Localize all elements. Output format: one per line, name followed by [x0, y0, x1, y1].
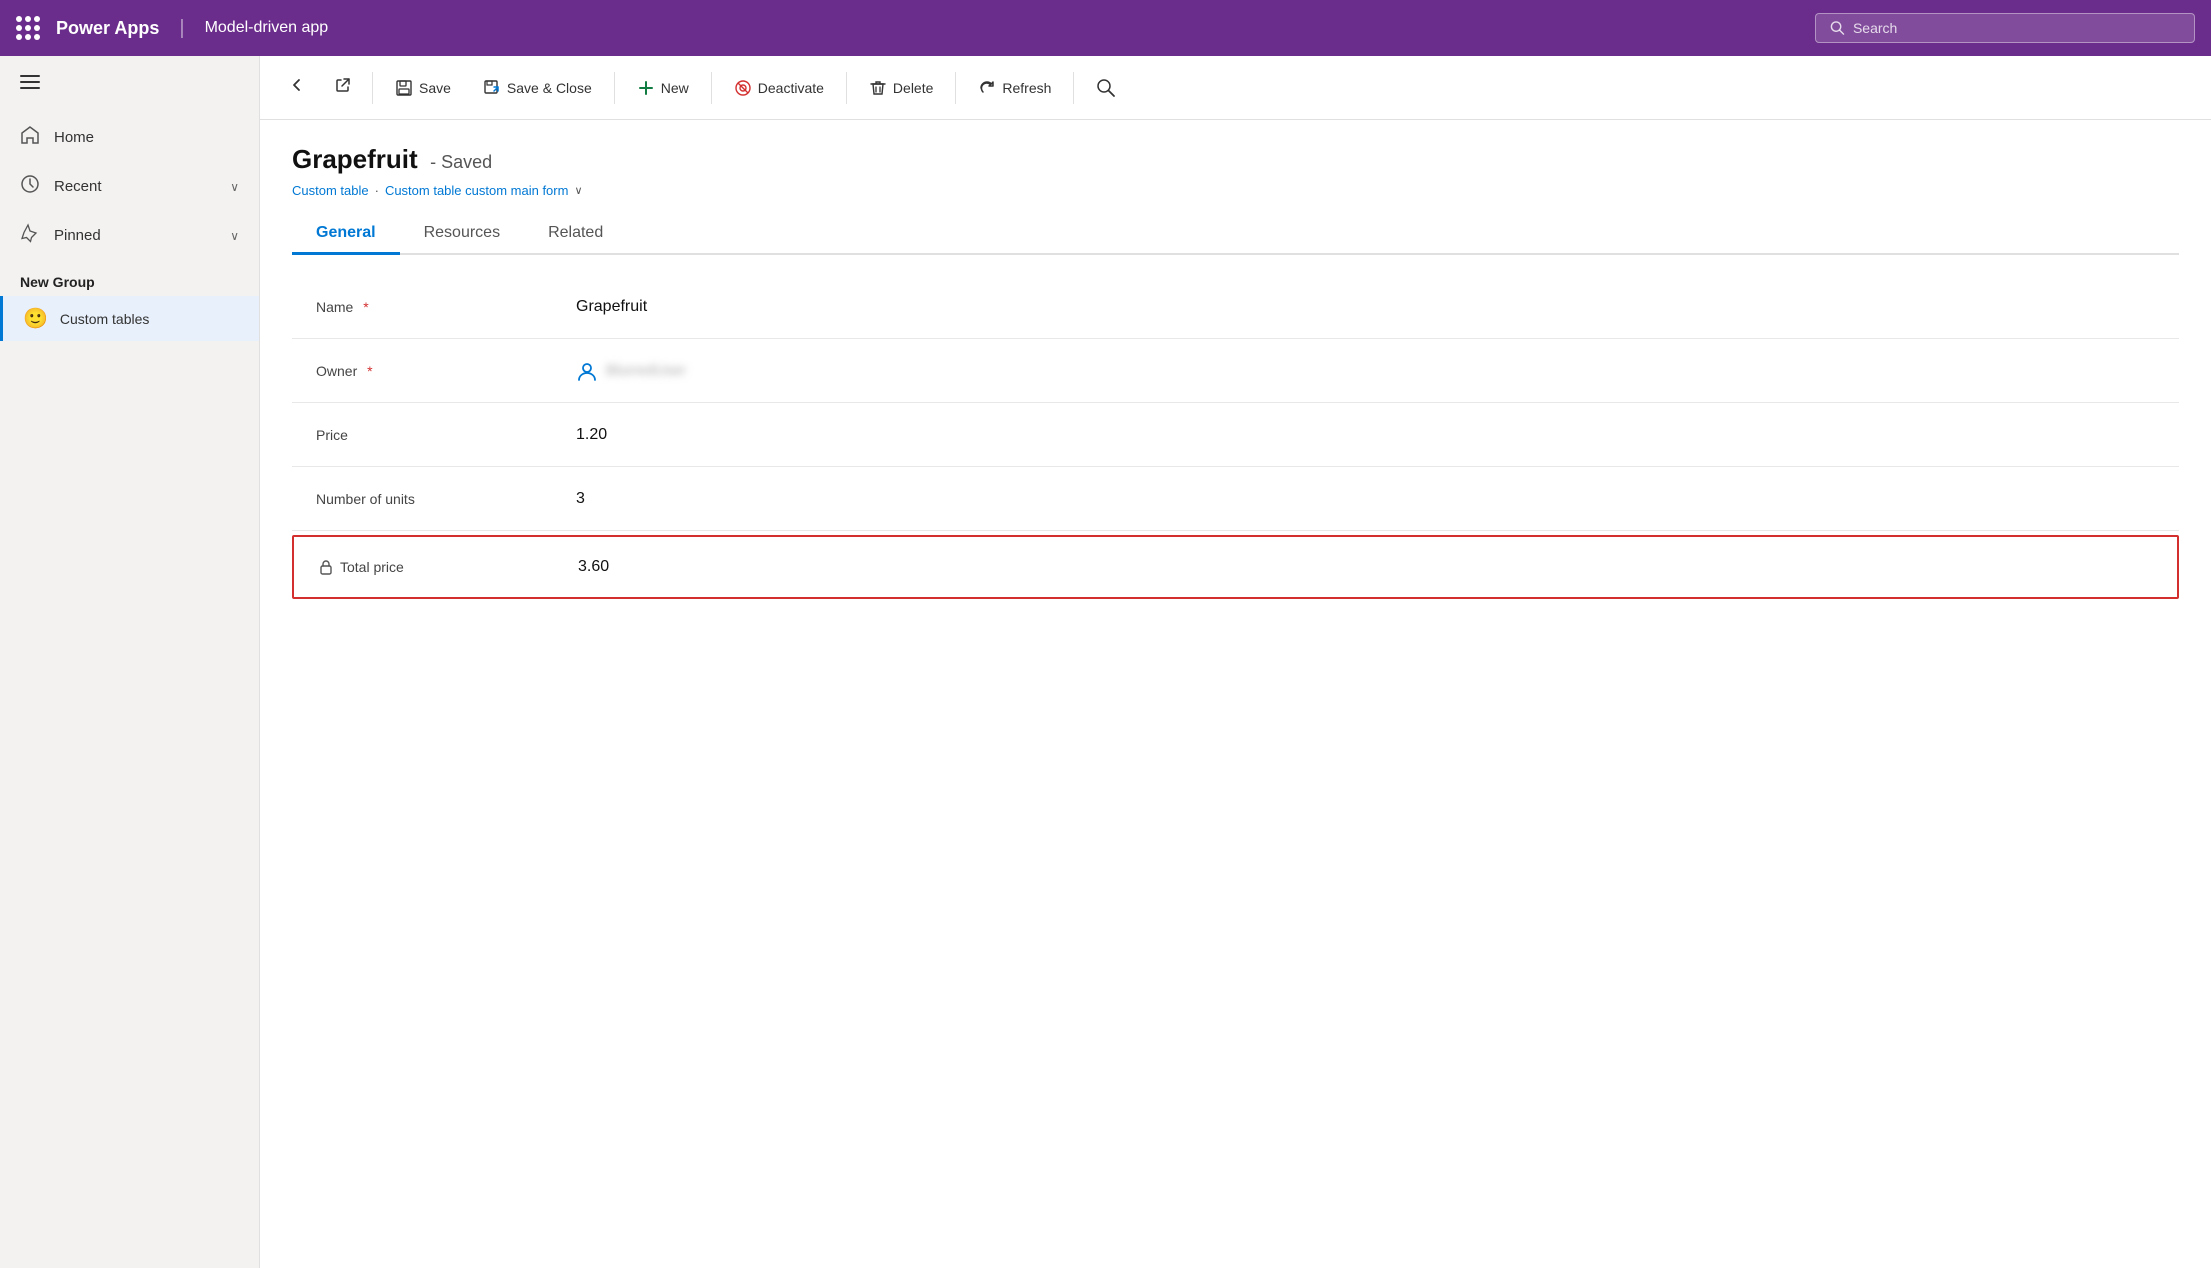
delete-icon — [869, 79, 887, 97]
content-area: Save Save & Close New — [260, 56, 2211, 1268]
record-title: Grapefruit — [292, 144, 418, 174]
toolbar: Save Save & Close New — [260, 56, 2211, 120]
recent-chevron: ∨ — [230, 180, 239, 194]
field-label-total-price: Total price — [318, 559, 538, 575]
tab-general[interactable]: General — [292, 214, 400, 255]
recent-icon — [20, 174, 40, 199]
breadcrumb-table[interactable]: Custom table — [292, 183, 369, 198]
breadcrumb-separator: · — [375, 183, 379, 198]
sidebar-item-pinned[interactable]: Pinned ∨ — [0, 211, 259, 260]
apps-launcher[interactable] — [16, 16, 40, 40]
breadcrumb-form[interactable]: Custom table custom main form — [385, 183, 569, 198]
delete-button[interactable]: Delete — [855, 71, 947, 105]
field-label-owner: Owner * — [316, 363, 536, 379]
deactivate-icon — [734, 79, 752, 97]
toolbar-divider-1 — [372, 72, 373, 104]
user-icon — [576, 360, 598, 382]
hamburger-menu[interactable] — [0, 56, 259, 113]
toolbar-divider-5 — [955, 72, 956, 104]
save-close-button[interactable]: Save & Close — [469, 71, 606, 105]
search-toolbar-icon — [1096, 78, 1116, 98]
breadcrumb-chevron-icon[interactable]: ∨ — [574, 184, 582, 197]
sidebar-item-recent[interactable]: Recent ∨ — [0, 162, 259, 211]
form-area: Grapefruit - Saved Custom table · Custom… — [260, 120, 2211, 1268]
sidebar-item-recent-label: Recent — [54, 178, 102, 195]
search-toolbar-button[interactable] — [1082, 70, 1130, 106]
sidebar-item-pinned-label: Pinned — [54, 227, 101, 244]
app-type: Model-driven app — [205, 19, 329, 37]
search-input[interactable] — [1853, 20, 2180, 36]
toolbar-divider-3 — [711, 72, 712, 104]
back-button[interactable] — [276, 68, 318, 107]
custom-tables-icon: 🙂 — [23, 306, 48, 331]
record-status: - Saved — [430, 152, 492, 172]
sidebar-item-custom-tables[interactable]: 🙂 Custom tables — [0, 296, 259, 341]
field-row-owner: Owner * BlurredUser — [292, 339, 2179, 403]
custom-tables-label: Custom tables — [60, 311, 149, 327]
breadcrumb: Custom table · Custom table custom main … — [292, 183, 2179, 198]
main-layout: Home Recent ∨ Pinned ∨ New Group 🙂 — [0, 56, 2211, 1268]
external-link-button[interactable] — [322, 68, 364, 107]
new-icon — [637, 79, 655, 97]
field-value-total-price[interactable]: 3.60 — [578, 558, 609, 576]
search-bar[interactable] — [1815, 13, 2195, 43]
field-value-name[interactable]: Grapefruit — [576, 298, 647, 316]
deactivate-button[interactable]: Deactivate — [720, 71, 838, 105]
refresh-icon — [978, 79, 996, 97]
field-value-owner[interactable]: BlurredUser — [576, 360, 686, 382]
tab-resources[interactable]: Resources — [400, 214, 524, 255]
toolbar-divider-6 — [1073, 72, 1074, 104]
field-value-price[interactable]: 1.20 — [576, 426, 607, 444]
home-icon — [20, 125, 40, 150]
sidebar-item-home[interactable]: Home — [0, 113, 259, 162]
sidebar-group-label: New Group — [0, 260, 259, 296]
field-required-owner: * — [367, 363, 372, 379]
record-header: Grapefruit - Saved — [292, 144, 2179, 175]
pinned-icon — [20, 223, 40, 248]
save-icon — [395, 79, 413, 97]
field-row-name: Name * Grapefruit — [292, 275, 2179, 339]
field-label-units: Number of units — [316, 491, 536, 507]
top-bar-divider: | — [179, 17, 184, 40]
toolbar-divider-4 — [846, 72, 847, 104]
refresh-button[interactable]: Refresh — [964, 71, 1065, 105]
field-required-name: * — [363, 299, 368, 315]
field-label-price: Price — [316, 427, 536, 443]
field-value-units[interactable]: 3 — [576, 490, 585, 508]
field-row-total-price: Total price 3.60 — [292, 535, 2179, 599]
save-close-icon — [483, 79, 501, 97]
search-icon — [1830, 20, 1845, 36]
pinned-chevron: ∨ — [230, 229, 239, 243]
toolbar-divider-2 — [614, 72, 615, 104]
field-row-units: Number of units 3 — [292, 467, 2179, 531]
top-bar: Power Apps | Model-driven app — [0, 0, 2211, 56]
lock-icon — [318, 559, 334, 575]
save-button[interactable]: Save — [381, 71, 465, 105]
sidebar-item-home-label: Home — [54, 129, 94, 146]
field-row-price: Price 1.20 — [292, 403, 2179, 467]
app-name: Power Apps — [56, 18, 159, 39]
form-section: Name * Grapefruit Owner * — [292, 275, 2179, 599]
field-label-name: Name * — [316, 299, 536, 315]
tab-related[interactable]: Related — [524, 214, 627, 255]
new-button[interactable]: New — [623, 71, 703, 105]
owner-name: BlurredUser — [606, 362, 686, 379]
sidebar: Home Recent ∨ Pinned ∨ New Group 🙂 — [0, 56, 260, 1268]
tabs: General Resources Related — [292, 214, 2179, 255]
